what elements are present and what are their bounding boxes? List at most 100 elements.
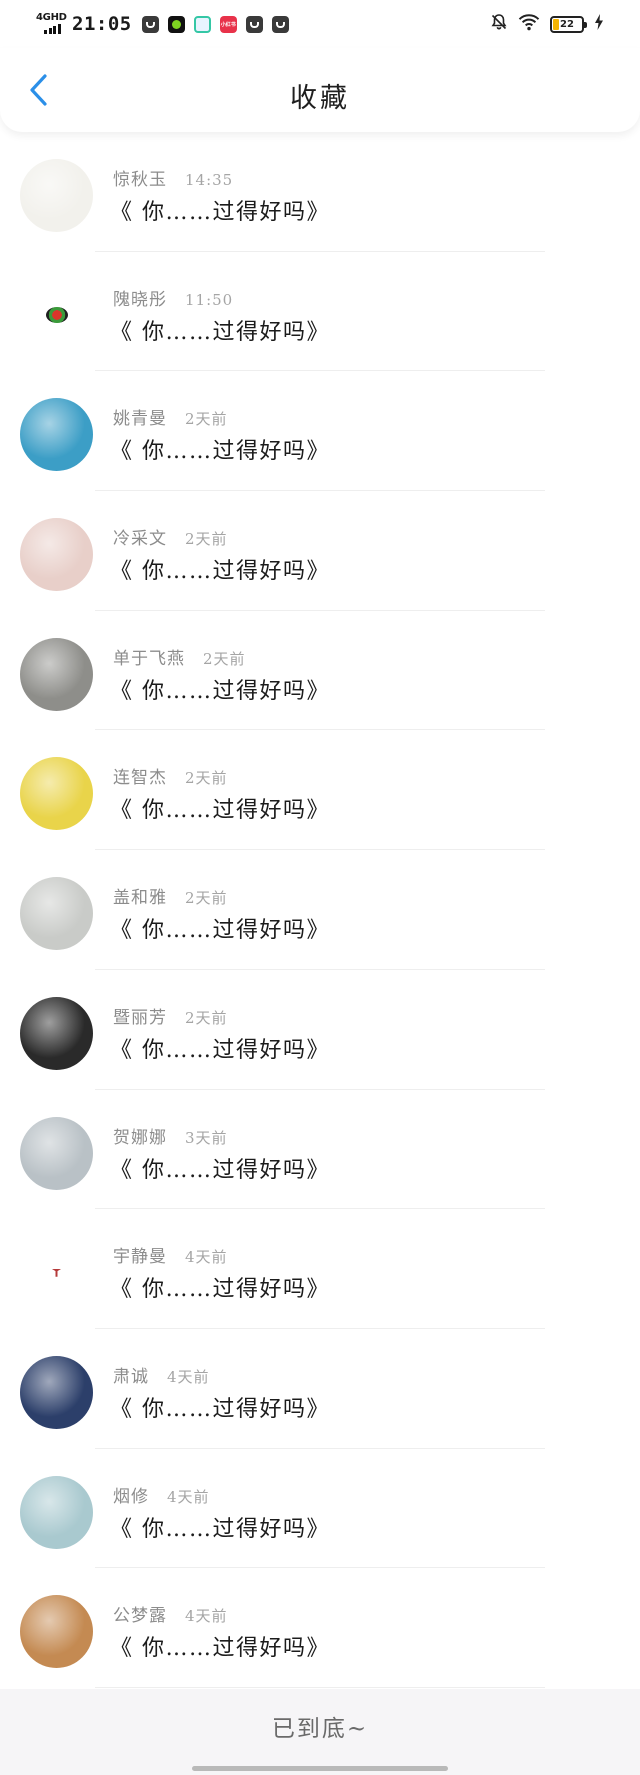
status-time: 21:05: [72, 13, 132, 35]
author-name: 暨丽芳: [113, 1007, 167, 1028]
author-name: 冷采文: [113, 529, 167, 550]
item-time: 11:50: [185, 290, 234, 309]
avatar-image: [51, 1268, 62, 1277]
header: 收藏: [0, 48, 640, 132]
item-time: 2天前: [185, 889, 228, 908]
app-icon-5: [245, 15, 263, 33]
item-title: 《 你……过得好吗》: [110, 319, 330, 345]
item-time: 2天前: [185, 769, 228, 788]
item-author: 烟修 4天前: [113, 1482, 210, 1507]
battery-level: 22: [560, 18, 574, 30]
list-item[interactable]: 冷采文 2天前《 你……过得好吗》: [0, 491, 640, 611]
avatar[interactable]: [20, 1116, 93, 1190]
item-author: 公梦露 4天前: [113, 1601, 228, 1626]
list-item[interactable]: 盖和雅 2天前《 你……过得好吗》: [0, 850, 640, 970]
item-time: 2天前: [185, 1008, 228, 1027]
item-author: 单于飞燕 2天前: [113, 644, 246, 669]
item-author: 暨丽芳 2天前: [113, 1003, 228, 1028]
app-icon-2: [167, 15, 185, 33]
item-time: 4天前: [167, 1487, 210, 1506]
app-icon-1: [141, 15, 159, 33]
status-left: 4GHD 21:05 小红书: [36, 12, 298, 36]
avatar[interactable]: [20, 278, 93, 352]
list-item[interactable]: 惊秋玉 14:35 《 你……过得好吗》: [0, 132, 640, 252]
home-indicator[interactable]: [192, 1766, 448, 1771]
avatar-image: [45, 307, 68, 324]
list-item[interactable]: 连智杰 2天前《 你……过得好吗》: [0, 730, 640, 851]
signal-icon: 4GHD: [36, 12, 67, 35]
item-author: 冷采文 2天前: [113, 524, 228, 549]
status-bar: 4GHD 21:05 小红书 22: [0, 0, 640, 48]
author-name: 盖和雅: [113, 888, 167, 909]
list-item[interactable]: 暨丽芳 2天前《 你……过得好吗》: [0, 970, 640, 1090]
app-icon-6: [271, 15, 289, 33]
item-title: 《 你……过得好吗》: [110, 559, 330, 585]
signal-bars: [44, 24, 61, 34]
item-title: 《 你……过得好吗》: [110, 439, 330, 465]
item-title: 《 你……过得好吗》: [110, 1037, 330, 1063]
avatar[interactable]: [20, 1236, 93, 1310]
author-name: 肃诚: [113, 1366, 149, 1387]
author-name: 隗晓彤: [113, 289, 167, 310]
author-name: 单于飞燕: [113, 648, 185, 669]
list-item[interactable]: 公梦露 4天前《 你……过得好吗》: [0, 1568, 640, 1688]
list-item[interactable]: 贺娜娜 3天前《 你……过得好吗》: [0, 1090, 640, 1210]
author-name: 宇静曼: [113, 1247, 167, 1268]
item-title: 《 你……过得好吗》: [110, 1157, 330, 1183]
item-author: 盖和雅 2天前: [113, 883, 228, 908]
list-item[interactable]: 宇静曼 4天前《 你……过得好吗》: [0, 1209, 640, 1329]
list-item[interactable]: 单于飞燕 2天前《 你……过得好吗》: [0, 611, 640, 731]
author-name: 烟修: [113, 1486, 149, 1507]
item-time: 14:35: [185, 171, 234, 189]
favorites-list: 惊秋玉 14:35 《 你……过得好吗》 隗晓彤 11:50 《 你……过得好吗》 姚青曼 2…: [0, 132, 640, 1688]
network-type: 4GHD: [36, 12, 67, 23]
item-time: 4天前: [185, 1607, 228, 1626]
avatar[interactable]: [20, 398, 93, 472]
item-time: 3天前: [185, 1128, 228, 1147]
avatar[interactable]: [20, 996, 93, 1070]
divider: [95, 1686, 545, 1688]
item-title: 《 你……过得好吗》: [110, 918, 330, 944]
charging-icon: [594, 13, 604, 35]
avatar[interactable]: [20, 1595, 93, 1669]
wifi-icon: [518, 13, 540, 35]
item-author: 肃诚 4天前: [113, 1362, 210, 1387]
item-title: 《 你……过得好吗》: [110, 200, 330, 225]
author-name: 贺娜娜: [113, 1127, 167, 1148]
item-author: 隗晓彤 11:50: [113, 285, 233, 310]
avatar[interactable]: [20, 518, 93, 592]
item-time: 2天前: [203, 649, 246, 668]
item-time: 4天前: [185, 1248, 228, 1267]
item-title: 《 你……过得好吗》: [110, 678, 330, 704]
avatar[interactable]: [20, 757, 93, 831]
item-author: 宇静曼 4天前: [113, 1242, 228, 1267]
item-title: 《 你……过得好吗》: [110, 798, 330, 824]
item-title: 《 你……过得好吗》: [110, 1277, 330, 1303]
item-title: 《 你……过得好吗》: [110, 1636, 330, 1662]
author-name: 惊秋玉: [113, 170, 167, 190]
list-footer: 已到底~: [0, 1689, 640, 1775]
item-time: 4天前: [167, 1367, 210, 1386]
app-icon-3: [193, 15, 211, 33]
author-name: 公梦露: [113, 1606, 167, 1627]
status-right: 22: [490, 12, 604, 36]
avatar[interactable]: [20, 1355, 93, 1429]
avatar[interactable]: [20, 159, 93, 232]
end-of-list-text: 已到底~: [271, 1716, 369, 1742]
item-author: 惊秋玉 14:35: [113, 165, 233, 190]
list-item[interactable]: 肃诚 4天前《 你……过得好吗》: [0, 1329, 640, 1449]
item-title: 《 你……过得好吗》: [110, 1516, 330, 1542]
item-time: 2天前: [185, 530, 228, 549]
list-item[interactable]: 姚青曼 2天前《 你……过得好吗》: [0, 371, 640, 492]
item-author: 贺娜娜 3天前: [113, 1123, 228, 1148]
avatar[interactable]: [20, 637, 93, 711]
list-item[interactable]: 隗晓彤 11:50 《 你……过得好吗》: [0, 252, 640, 372]
author-name: 姚青曼: [113, 409, 167, 430]
item-title: 《 你……过得好吗》: [110, 1396, 330, 1422]
item-time: 2天前: [185, 410, 228, 429]
avatar[interactable]: [20, 1475, 93, 1549]
list-item[interactable]: 烟修 4天前《 你……过得好吗》: [0, 1449, 640, 1569]
screen: 4GHD 21:05 小红书 22 收藏 惊秋玉 14:35 《 你……过得好吗…: [0, 0, 640, 1775]
avatar[interactable]: [20, 877, 93, 951]
item-author: 姚青曼 2天前: [113, 404, 228, 429]
